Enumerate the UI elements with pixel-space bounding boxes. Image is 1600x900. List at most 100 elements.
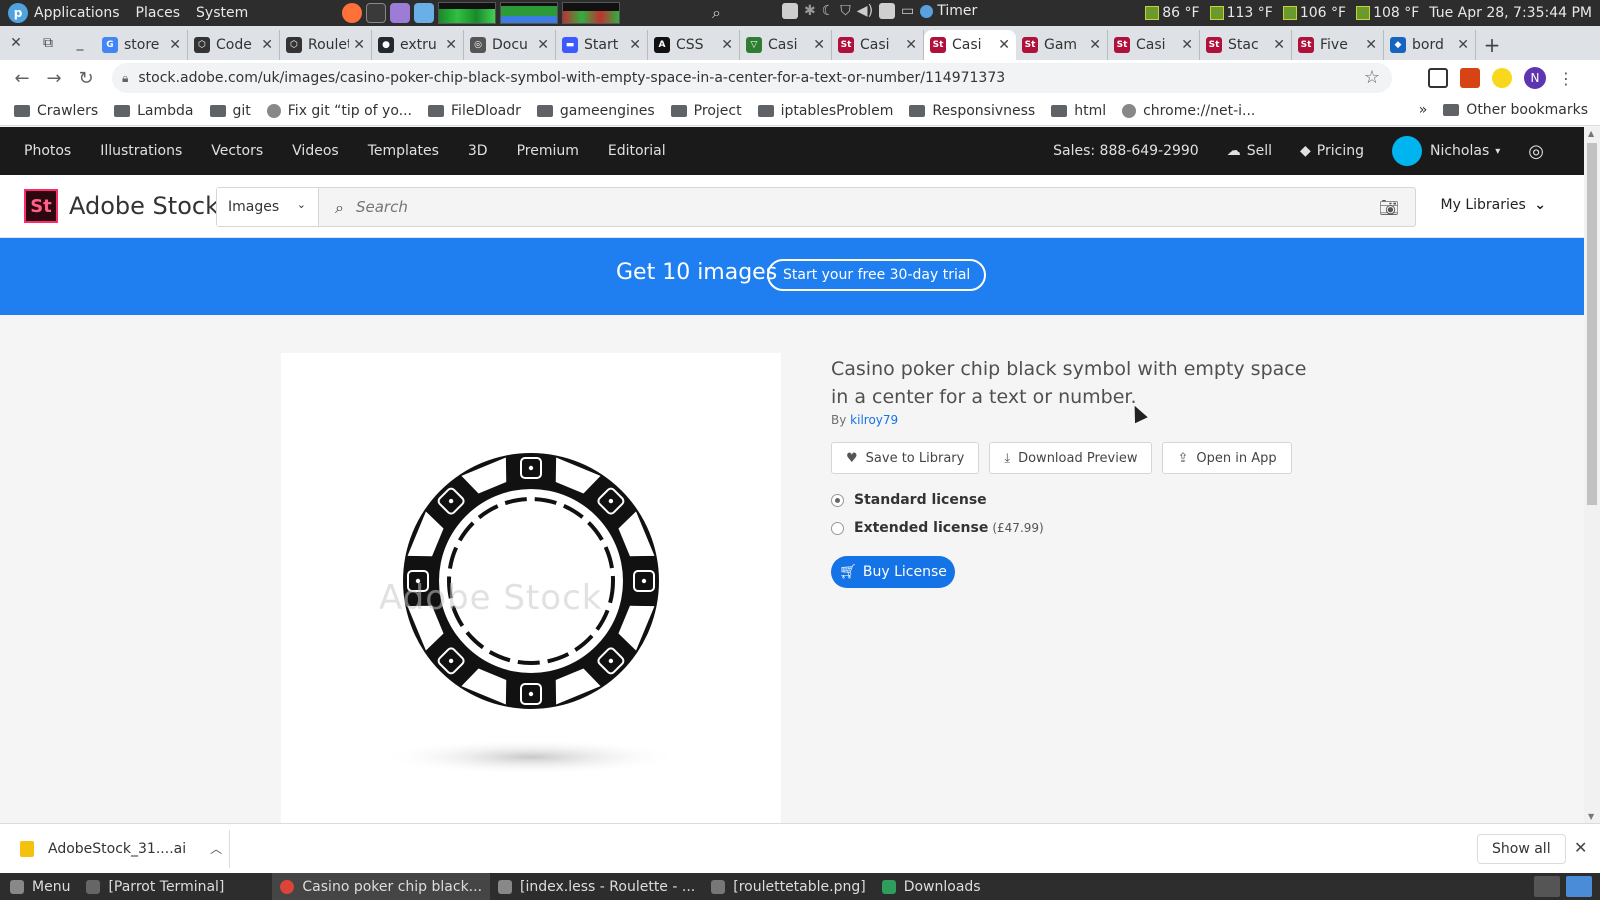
os-menu-system[interactable]: System <box>188 0 256 26</box>
forward-arrow-icon[interactable]: → <box>38 62 70 94</box>
license-standard[interactable]: Standard license <box>831 492 1311 508</box>
download-item[interactable]: AdobeStock_31....ai ︿ <box>0 829 230 868</box>
scrollbar-thumb[interactable] <box>1587 143 1597 505</box>
browser-tab[interactable]: St Gam ✕ <box>1016 30 1108 60</box>
pricing-link[interactable]: ◆ Pricing <box>1300 143 1364 159</box>
tab-close-icon[interactable]: ✕ <box>1181 37 1193 53</box>
browser-tab[interactable]: St Casi ✕ <box>832 30 924 60</box>
bookmarks-overflow-button[interactable]: » <box>1419 102 1428 118</box>
browser-tab[interactable]: St Casi ✕ <box>924 30 1016 60</box>
browser-tab[interactable]: St Five ✕ <box>1292 30 1384 60</box>
volume-icon[interactable]: ◀) <box>857 3 873 19</box>
my-libraries-button[interactable]: My Libraries ⌄ <box>1441 197 1546 213</box>
tab-close-icon[interactable]: ✕ <box>353 37 365 53</box>
window-close-icon[interactable]: ✕ <box>0 26 32 60</box>
nav-item-videos[interactable]: Videos <box>292 143 339 159</box>
bookmark-star-icon[interactable]: ☆ <box>1364 67 1380 88</box>
screen-icon[interactable]: ▭ <box>901 3 914 19</box>
window-restore-icon[interactable]: ⧉ <box>32 26 64 60</box>
tab-close-icon[interactable]: ✕ <box>721 37 733 53</box>
tab-close-icon[interactable]: ✕ <box>1089 37 1101 53</box>
terminal-icon[interactable] <box>366 3 387 23</box>
asset-preview[interactable]: Adobe Stock <box>281 353 781 823</box>
workspace-1[interactable] <box>1534 876 1560 897</box>
browser-tab[interactable]: ◆ bord ✕ <box>1384 30 1476 60</box>
extension-yellow-icon[interactable] <box>1492 68 1512 88</box>
bluetooth-icon[interactable]: ✱ <box>804 3 816 19</box>
page-scrollbar[interactable]: ▲ ▼ <box>1584 127 1600 823</box>
text-editor-icon[interactable] <box>390 3 411 23</box>
os-menu-applications[interactable]: p Applications <box>0 0 128 26</box>
scroll-up-icon[interactable]: ▲ <box>1588 129 1594 138</box>
browser-menu-icon[interactable]: ⋮ <box>1558 69 1574 88</box>
author-link[interactable]: kilroy79 <box>850 413 898 427</box>
scroll-down-icon[interactable]: ▼ <box>1588 812 1594 821</box>
bookmark-item[interactable]: iptablesProblem <box>757 103 893 119</box>
chevron-up-icon[interactable]: ︿ <box>210 840 222 857</box>
tab-close-icon[interactable]: ✕ <box>445 37 457 53</box>
browser-tab[interactable]: ⬡ Roulette✕ <box>280 30 372 60</box>
vpn-shield-icon[interactable]: ⛉ <box>840 3 851 19</box>
license-radio[interactable] <box>831 493 844 507</box>
license-radio[interactable] <box>831 521 844 535</box>
night-light-icon[interactable]: ☾ <box>822 3 835 19</box>
tab-close-icon[interactable]: ✕ <box>537 37 549 53</box>
nav-item-3d[interactable]: 3D <box>468 143 488 159</box>
clipboard-icon[interactable] <box>879 3 896 19</box>
bookmark-item[interactable]: FileDloadr <box>428 103 521 119</box>
clock[interactable]: Tue Apr 28, 7:35:44 PM <box>1429 5 1592 21</box>
taskbar-item[interactable]: Menu <box>0 873 78 900</box>
search-type-select[interactable]: Images ⌄ <box>217 188 319 226</box>
taskbar-item[interactable]: [Parrot Terminal] <box>78 873 232 900</box>
taskbar-item[interactable]: Casino poker chip black... <box>272 873 491 900</box>
tab-close-icon[interactable]: ✕ <box>1457 37 1469 53</box>
window-minimize-icon[interactable]: _ <box>64 26 96 60</box>
new-tab-button[interactable]: + <box>1476 30 1508 60</box>
show-all-button[interactable]: Show all <box>1477 834 1566 864</box>
tab-close-icon[interactable]: ✕ <box>629 37 641 53</box>
notes-icon[interactable] <box>414 3 435 23</box>
bookmark-item[interactable]: chrome://net-i... <box>1122 103 1255 119</box>
cast-icon[interactable] <box>1428 68 1448 88</box>
sell-link[interactable]: ☁ Sell <box>1227 143 1272 159</box>
browser-tab[interactable]: St Stac ✕ <box>1200 30 1292 60</box>
tab-close-icon[interactable]: ✕ <box>169 37 181 53</box>
tab-close-icon[interactable]: ✕ <box>905 37 917 53</box>
nav-item-vectors[interactable]: Vectors <box>211 143 263 159</box>
nav-item-editorial[interactable]: Editorial <box>608 143 666 159</box>
address-bar[interactable]: 🔒︎ stock.adobe.com/uk/images/casino-poke… <box>112 63 1392 93</box>
bookmark-item[interactable]: Crawlers <box>14 103 98 119</box>
browser-tab[interactable]: ● extru ✕ <box>372 30 464 60</box>
buy-license-button[interactable]: 🛒︎ Buy License <box>831 556 955 588</box>
search-icon[interactable]: ⌕ <box>712 3 721 23</box>
bookmark-item[interactable]: html <box>1051 103 1106 119</box>
license-extended[interactable]: Extended license (£47.99) <box>831 520 1311 536</box>
bookmark-item[interactable]: Responsivness <box>909 103 1035 119</box>
tab-close-icon[interactable]: ✕ <box>261 37 273 53</box>
bookmark-item[interactable]: Lambda <box>114 103 194 119</box>
tray-app-icon[interactable] <box>782 3 798 19</box>
download-preview-button[interactable]: ⤓ Download Preview <box>989 442 1153 474</box>
user-menu[interactable]: Nicholas ▾ <box>1391 136 1500 166</box>
nav-item-templates[interactable]: Templates <box>368 143 439 159</box>
back-arrow-icon[interactable]: ← <box>6 62 38 94</box>
bookmark-item[interactable]: gameengines <box>536 103 655 119</box>
nav-item-premium[interactable]: Premium <box>517 143 579 159</box>
firefox-icon[interactable] <box>342 3 363 23</box>
reload-icon[interactable]: ↻ <box>70 62 102 94</box>
timer-indicator[interactable]: Timer <box>920 3 977 19</box>
camera-icon[interactable]: 📷︎ <box>1379 198 1399 217</box>
browser-tab[interactable]: ⬡ Code ✕ <box>188 30 280 60</box>
browser-tab[interactable]: Gstore ✕ <box>96 30 188 60</box>
search-input[interactable] <box>343 188 1415 226</box>
tab-close-icon[interactable]: ✕ <box>813 37 825 53</box>
browser-tab[interactable]: St Casi ✕ <box>1108 30 1200 60</box>
browser-tab[interactable]: ▬ Start ✕ <box>556 30 648 60</box>
taskbar-item[interactable]: [roulettetable.png] <box>703 873 873 900</box>
workspace-2[interactable] <box>1566 876 1592 897</box>
taskbar-item[interactable]: [index.less - Roulette - ... <box>490 873 703 900</box>
creative-cloud-icon[interactable]: ◎ <box>1528 141 1544 162</box>
close-icon[interactable]: ✕ <box>1574 838 1587 857</box>
open-in-app-button[interactable]: ⇪ Open in App <box>1162 442 1292 474</box>
browser-tab[interactable]: ▽ Casi ✕ <box>740 30 832 60</box>
